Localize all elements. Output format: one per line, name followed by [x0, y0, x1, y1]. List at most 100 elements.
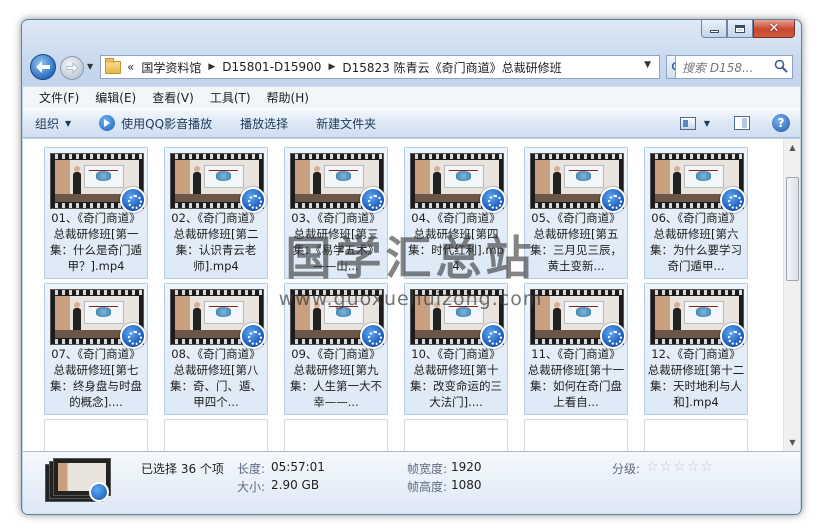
scroll-up-arrow-icon[interactable]: ▲ — [784, 139, 800, 156]
star-icon[interactable]: ☆ — [700, 459, 713, 475]
organize-button[interactable]: 组织 ▼ — [35, 115, 71, 132]
star-icon[interactable]: ☆ — [660, 459, 673, 475]
file-item[interactable]: 12、《奇门商道》总裁研修班[第十二集：天时地利与人和].mp4 — [644, 283, 748, 415]
vertical-scrollbar[interactable]: ▲ ▼ — [783, 139, 800, 451]
rating-stars[interactable]: ☆ ☆ ☆ ☆ ☆ — [646, 459, 714, 475]
file-name: 09、《奇门商道》总裁研修班[第九集：人生第一大不幸——... — [290, 347, 382, 409]
forward-arrow-icon — [66, 63, 78, 73]
file-item[interactable]: 03、《奇门商道》总裁研修班[第三集：《易学五术》——山... — [284, 147, 388, 279]
file-name: 04、《奇门商道》总裁研修班[第四集：时代红利].mp4 — [408, 211, 504, 273]
view-controls: ▼ ? — [679, 114, 790, 132]
frame-width-value: 1920 — [451, 460, 482, 474]
command-bar: 组织 ▼ 使用QQ影音播放 播放选择 新建文件夹 ▼ ? — [23, 108, 800, 138]
file-item[interactable] — [284, 419, 388, 451]
star-icon[interactable]: ☆ — [673, 459, 686, 475]
chevron-down-icon[interactable]: ▼ — [704, 119, 710, 128]
selection-thumbnail — [45, 458, 111, 506]
frame-height-label: 帧高度: — [407, 480, 448, 494]
file-item[interactable]: 05、《奇门商道》总裁研修班[第五集：三月见三辰，黄土变新... — [524, 147, 628, 279]
close-icon: ✕ — [768, 21, 780, 36]
minimize-icon — [709, 30, 719, 33]
new-folder-button[interactable]: 新建文件夹 — [316, 115, 376, 132]
organize-label: 组织 — [35, 116, 60, 131]
back-button[interactable] — [30, 54, 56, 80]
file-item[interactable] — [164, 419, 268, 451]
help-icon[interactable]: ? — [772, 114, 790, 132]
file-item[interactable]: 02、《奇门商道》总裁研修班[第二集：认识青云老师].mp4 — [164, 147, 268, 279]
file-name: 05、《奇门商道》总裁研修班[第五集：三月见三辰，黄土变新... — [530, 211, 622, 273]
length-label: 长度: — [237, 462, 266, 476]
play-with-qq-button[interactable]: 使用QQ影音播放 — [99, 115, 212, 132]
caption-buttons: ✕ — [701, 20, 795, 38]
change-view-icon[interactable] — [679, 116, 696, 130]
frame-width-label: 帧宽度: — [407, 462, 448, 476]
file-item[interactable]: 07、《奇门商道》总裁研修班[第七集：终身盘与时盘的概念].... — [44, 283, 148, 415]
play-selection-button[interactable]: 播放选择 — [240, 115, 288, 132]
breadcrumb-item[interactable]: D15823 陈青云《奇门商道》总裁研修班 — [342, 59, 561, 76]
chevron-right-icon[interactable]: ▶ — [328, 62, 335, 72]
menu-help[interactable]: 帮助(H) — [259, 89, 317, 106]
search-input[interactable]: 搜索 D158... — [675, 55, 793, 79]
close-button[interactable]: ✕ — [753, 20, 795, 38]
file-name: 02、《奇门商道》总裁研修班[第二集：认识青云老师].mp4 — [171, 211, 261, 273]
menu-tools[interactable]: 工具(T) — [202, 89, 259, 106]
file-item[interactable] — [404, 419, 508, 451]
size-label: 大小: — [237, 480, 266, 494]
file-name: 03、《奇门商道》总裁研修班[第三集：《易学五术》——山... — [291, 211, 381, 273]
file-name: 10、《奇门商道》总裁研修班[第十集：改变命运的三大法门].... — [410, 347, 502, 409]
file-item[interactable]: 09、《奇门商道》总裁研修班[第九集：人生第一大不幸——... — [284, 283, 388, 415]
size-value: 2.90 GB — [271, 478, 320, 492]
file-name: 01、《奇门商道》总裁研修班[第一集：什么是奇门遁甲？].mp4 — [50, 211, 142, 273]
star-icon[interactable]: ☆ — [646, 459, 659, 475]
forward-button[interactable] — [60, 56, 84, 80]
menu-edit[interactable]: 编辑(E) — [87, 89, 144, 106]
frame-height-value: 1080 — [451, 478, 482, 492]
file-name: 11、《奇门商道》总裁研修班[第十一集：如何在奇门盘上看自... — [527, 347, 625, 409]
preview-pane-icon[interactable] — [734, 116, 750, 130]
scrollbar-thumb[interactable] — [786, 177, 799, 281]
play-selection-label: 播放选择 — [240, 116, 289, 131]
file-name: 08、《奇门商道》总裁研修班[第八集：奇、门、遁、甲四个... — [170, 347, 262, 409]
explorer-window: ✕ ▼ « 国学资料馆 ▶ D15801-D15900 ▶ D15823 陈青云… — [21, 19, 802, 515]
menu-file[interactable]: 文件(F) — [31, 89, 87, 106]
file-item[interactable]: 04、《奇门商道》总裁研修班[第四集：时代红利].mp4 — [404, 147, 508, 279]
file-item[interactable]: 01、《奇门商道》总裁研修班[第一集：什么是奇门遁甲？].mp4 — [44, 147, 148, 279]
chevron-down-icon[interactable]: ▼ — [644, 60, 651, 70]
length-value: 05:57:01 — [271, 460, 325, 474]
navigation-row: ▼ « 国学资料馆 ▶ D15801-D15900 ▶ D15823 陈青云《奇… — [30, 52, 793, 82]
search-icon[interactable] — [774, 59, 788, 73]
minimize-button[interactable] — [701, 20, 727, 38]
chevron-down-icon: ▼ — [65, 118, 72, 128]
selection-count: 已选择 36 个项 — [141, 462, 224, 476]
qq-player-icon — [89, 482, 109, 502]
file-item[interactable]: 11、《奇门商道》总裁研修班[第十一集：如何在奇门盘上看自... — [524, 283, 628, 415]
file-name: 12、《奇门商道》总裁研修班[第十二集：天时地利与人和].mp4 — [647, 347, 745, 409]
maximize-button[interactable] — [727, 20, 753, 38]
breadcrumb-item[interactable]: 国学资料馆 — [141, 59, 201, 76]
chevron-right-icon[interactable]: ▶ — [208, 62, 215, 72]
qq-player-icon — [99, 115, 116, 131]
address-bar[interactable]: « 国学资料馆 ▶ D15801-D15900 ▶ D15823 陈青云《奇门商… — [100, 55, 660, 79]
file-item[interactable]: 10、《奇门商道》总裁研修班[第十集：改变命运的三大法门].... — [404, 283, 508, 415]
file-name: 06、《奇门商道》总裁研修班[第六集：为什么要学习奇门遁甲... — [650, 211, 742, 273]
file-item[interactable]: 06、《奇门商道》总裁研修班[第六集：为什么要学习奇门遁甲... — [644, 147, 748, 279]
rating-label: 分级: — [612, 462, 641, 476]
file-item[interactable]: 08、《奇门商道》总裁研修班[第八集：奇、门、遁、甲四个... — [164, 283, 268, 415]
maximize-icon — [735, 24, 745, 33]
file-name: 07、《奇门商道》总裁研修班[第七集：终身盘与时盘的概念].... — [50, 347, 142, 409]
back-arrow-icon — [36, 61, 50, 73]
file-item[interactable] — [644, 419, 748, 451]
folder-icon — [105, 57, 121, 74]
file-item[interactable] — [524, 419, 628, 451]
file-list[interactable]: 01、《奇门商道》总裁研修班[第一集：什么是奇门遁甲？].mp4 02、《奇门商道… — [23, 139, 800, 451]
recent-pages-dropdown[interactable]: ▼ — [87, 62, 93, 71]
menu-bar: 文件(F) 编辑(E) 查看(V) 工具(T) 帮助(H) — [23, 86, 800, 108]
scroll-down-arrow-icon[interactable]: ▼ — [784, 434, 800, 451]
details-pane: 已选择 36 个项 长度: 05:57:01 大小: 2.90 GB 帧宽度: … — [23, 451, 800, 514]
star-icon[interactable]: ☆ — [687, 459, 700, 475]
breadcrumb-overflow[interactable]: « — [127, 60, 134, 74]
file-item[interactable] — [44, 419, 148, 451]
play-with-qq-label: 使用QQ影音播放 — [121, 116, 213, 131]
breadcrumb-item[interactable]: D15801-D15900 — [222, 60, 321, 74]
menu-view[interactable]: 查看(V) — [144, 89, 202, 106]
